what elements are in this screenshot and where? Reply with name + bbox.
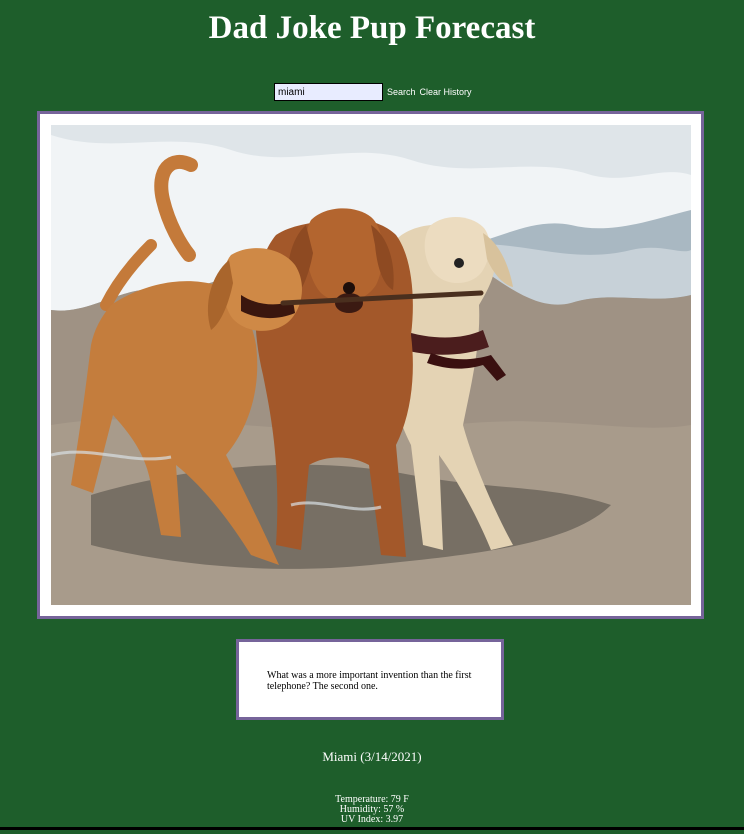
page-title: Dad Joke Pup Forecast: [208, 10, 536, 46]
joke-box: What was a more important invention than…: [236, 639, 504, 720]
bottom-divider: [0, 827, 744, 830]
dog-photo: [51, 125, 691, 605]
search-bar: Search Clear History: [274, 83, 472, 101]
clear-history-button[interactable]: Clear History: [420, 87, 472, 97]
joke-text: What was a more important invention than…: [267, 670, 472, 692]
city-date-heading: Miami (3/14/2021): [322, 749, 422, 764]
search-button[interactable]: Search: [387, 87, 416, 97]
weather-stats: Temperature: 79 F Humidity: 57 % UV Inde…: [0, 795, 744, 825]
dog-photo-frame: [37, 111, 704, 619]
uv-index-value: UV Index: 3.97: [340, 814, 404, 825]
city-search-input[interactable]: [274, 83, 383, 101]
